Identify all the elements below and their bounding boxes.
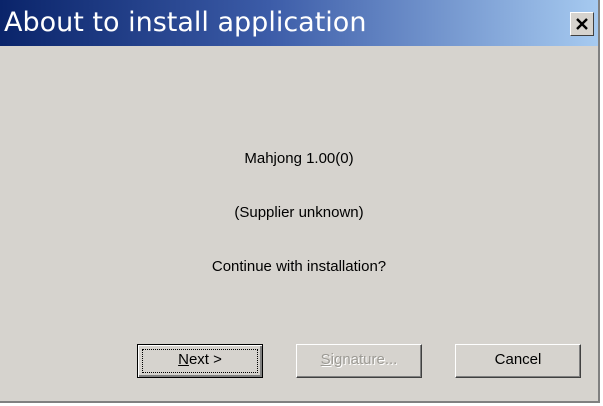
- continue-prompt: Continue with installation?: [211, 258, 387, 275]
- signature-button[interactable]: Signature...: [296, 344, 422, 378]
- cancel-button-label: Cancel: [494, 351, 542, 368]
- next-button-label: Next >: [178, 351, 222, 368]
- supplier-text: (Supplier unknown): [234, 204, 364, 221]
- close-button[interactable]: [570, 12, 594, 36]
- app-name-text: Mahjong 1.00(0): [244, 150, 354, 167]
- title-bar[interactable]: About to install application: [0, 0, 598, 46]
- close-icon: [576, 18, 588, 30]
- cancel-button[interactable]: Cancel: [455, 344, 581, 378]
- signature-button-label: Signature...: [320, 351, 398, 368]
- install-dialog: About to install application Mahjong 1.0…: [0, 0, 600, 403]
- next-button[interactable]: Next >: [137, 344, 263, 378]
- dialog-title: About to install application: [4, 7, 367, 38]
